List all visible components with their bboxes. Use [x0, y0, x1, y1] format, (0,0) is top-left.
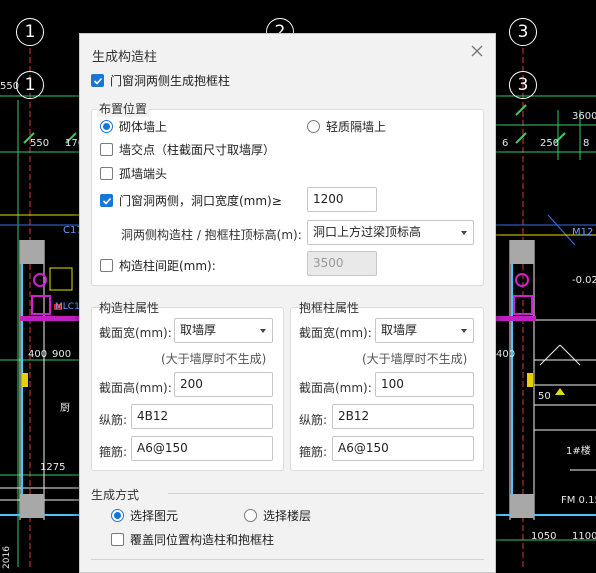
chevron-down-icon — [461, 231, 467, 235]
overwrite-checkbox[interactable]: 覆盖同位置构造柱和抱框柱 — [111, 531, 274, 548]
elev-neg-002: -0.02 — [572, 275, 596, 286]
label-room: 厨 — [60, 403, 70, 414]
frame-height-input[interactable]: 100 — [375, 372, 474, 397]
checkbox-unchecked-icon — [111, 533, 124, 546]
col-width-select[interactable]: 取墙厚 — [174, 318, 273, 343]
frame-height-label: 截面高(mm): — [299, 381, 372, 395]
radio-select-floors[interactable]: 选择楼层 — [244, 507, 311, 524]
frame-width-value: 取墙厚 — [381, 323, 418, 337]
axis-bubble-3-lower: 3 — [509, 71, 537, 99]
generate-column-dialog: 生成构造柱 门窗洞两侧生成抱框柱 布置位置 砌体墙上 轻质隔墙上 墙交点（柱截面… — [79, 33, 496, 573]
col-width-label: 截面宽(mm): — [99, 326, 172, 340]
column-props-title: 构造柱属性 — [99, 301, 160, 315]
door-frame-column-label: 门窗洞两侧生成抱框柱 — [110, 74, 231, 88]
frame-props-title: 抱框柱属性 — [299, 301, 360, 315]
placement-legend: 布置位置 — [97, 100, 150, 117]
spacing-checkbox[interactable]: 构造柱间距(mm): — [100, 257, 216, 274]
dim-1050: 1050 — [531, 531, 557, 542]
col-height-label: 截面高(mm): — [99, 381, 172, 395]
radio-unselected-icon — [307, 120, 320, 133]
dim-250: 250 — [540, 138, 560, 149]
bottom-divider — [91, 559, 484, 560]
dim-1275: 1275 — [40, 462, 66, 473]
chevron-down-icon — [260, 329, 266, 333]
spacing-label: 构造柱间距(mm): — [119, 259, 216, 273]
wall-end-label: 孤墙端头 — [119, 167, 168, 181]
axis-bubble-1-lower: 1 — [16, 71, 44, 99]
chevron-down-icon — [461, 329, 467, 333]
spacing-input[interactable]: 3500 — [307, 251, 377, 276]
frame-long-bar-label: 纵筋: — [299, 413, 328, 427]
label-m12: M12 — [572, 227, 594, 238]
generation-divider — [168, 493, 484, 494]
checkbox-unchecked-icon — [100, 167, 113, 180]
dialog-title: 生成构造柱 — [92, 50, 158, 65]
radio-selected-icon — [111, 509, 124, 522]
label-fm: FM 0.15 — [561, 495, 596, 506]
dim-900: 900 — [52, 349, 72, 360]
frame-long-bar-input[interactable]: 2B12 — [332, 404, 474, 429]
radio-select-floors-label: 选择楼层 — [263, 509, 312, 523]
radio-masonry-label: 砌体墙上 — [119, 120, 168, 134]
radio-light-partition[interactable]: 轻质隔墙上 — [307, 118, 386, 135]
frame-width-select[interactable]: 取墙厚 — [375, 318, 474, 343]
dim-6: 6 — [502, 138, 509, 149]
wall-intersection-checkbox[interactable]: 墙交点（柱截面尺寸取墙厚） — [100, 141, 275, 158]
radio-selected-icon — [100, 120, 113, 133]
opening-width-input[interactable]: 1200 — [307, 187, 377, 212]
generation-legend: 生成方式 — [91, 488, 140, 502]
wall-end-checkbox[interactable]: 孤墙端头 — [100, 165, 167, 182]
dim-8: 8 — [583, 138, 590, 149]
col-width-value: 取墙厚 — [180, 323, 217, 337]
dim-400-left: 400 — [28, 349, 48, 360]
radio-unselected-icon — [244, 509, 257, 522]
dim-550-left: 550 — [0, 81, 20, 92]
checkbox-checked-icon — [91, 74, 104, 87]
frame-width-note: (大于墙厚时不生成) — [362, 352, 468, 366]
radio-masonry-wall[interactable]: 砌体墙上 — [100, 118, 167, 135]
col-width-note: (大于墙厚时不生成) — [161, 352, 267, 366]
checkbox-unchecked-icon — [100, 259, 113, 272]
frame-stirrup-input[interactable]: A6@150 — [332, 436, 474, 461]
axis-bubble-3: 3 — [509, 18, 537, 46]
checkbox-checked-icon — [100, 194, 113, 207]
radio-light-label: 轻质隔墙上 — [326, 120, 387, 134]
door-sides-label: 门窗洞两侧，洞口宽度(mm)≥ — [119, 194, 282, 208]
door-frame-column-checkbox[interactable]: 门窗洞两侧生成抱框柱 — [91, 72, 230, 89]
overwrite-label: 覆盖同位置构造柱和抱框柱 — [130, 533, 275, 547]
col-long-bar-label: 纵筋: — [99, 413, 128, 427]
axis-bubble-1: 1 — [16, 18, 44, 46]
close-icon[interactable] — [469, 43, 485, 59]
top-elev-label: 洞两侧构造柱 / 抱框柱顶标高(m): — [121, 228, 302, 242]
label-floor: 1#楼 — [566, 446, 591, 457]
dim-50: 50 — [538, 391, 551, 402]
dim-400-right: 400 — [496, 349, 516, 360]
checkbox-unchecked-icon — [100, 143, 113, 156]
door-sides-checkbox[interactable]: 门窗洞两侧，洞口宽度(mm)≥ — [100, 192, 282, 209]
col-stirrup-label: 箍筋: — [99, 445, 128, 459]
frame-stirrup-label: 箍筋: — [299, 445, 328, 459]
top-elev-value: 洞口上方过梁顶标高 — [313, 225, 422, 239]
frame-width-label: 截面宽(mm): — [299, 326, 372, 340]
radio-select-elements-label: 选择图元 — [130, 509, 179, 523]
col-long-bar-input[interactable]: 4B12 — [131, 404, 273, 429]
col-stirrup-input[interactable]: A6@150 — [131, 436, 273, 461]
wall-intersection-label: 墙交点（柱截面尺寸取墙厚） — [119, 143, 276, 157]
radio-select-elements[interactable]: 选择图元 — [111, 507, 178, 524]
dim-3600: 3600 — [572, 111, 596, 122]
label-vertical-2016: 2016 — [1, 546, 12, 569]
col-height-input[interactable]: 200 — [174, 372, 273, 397]
dim-550: 550 — [30, 138, 50, 149]
dim-1100: 1100 — [572, 531, 596, 542]
top-elev-select[interactable]: 洞口上方过梁顶标高 — [307, 220, 474, 245]
